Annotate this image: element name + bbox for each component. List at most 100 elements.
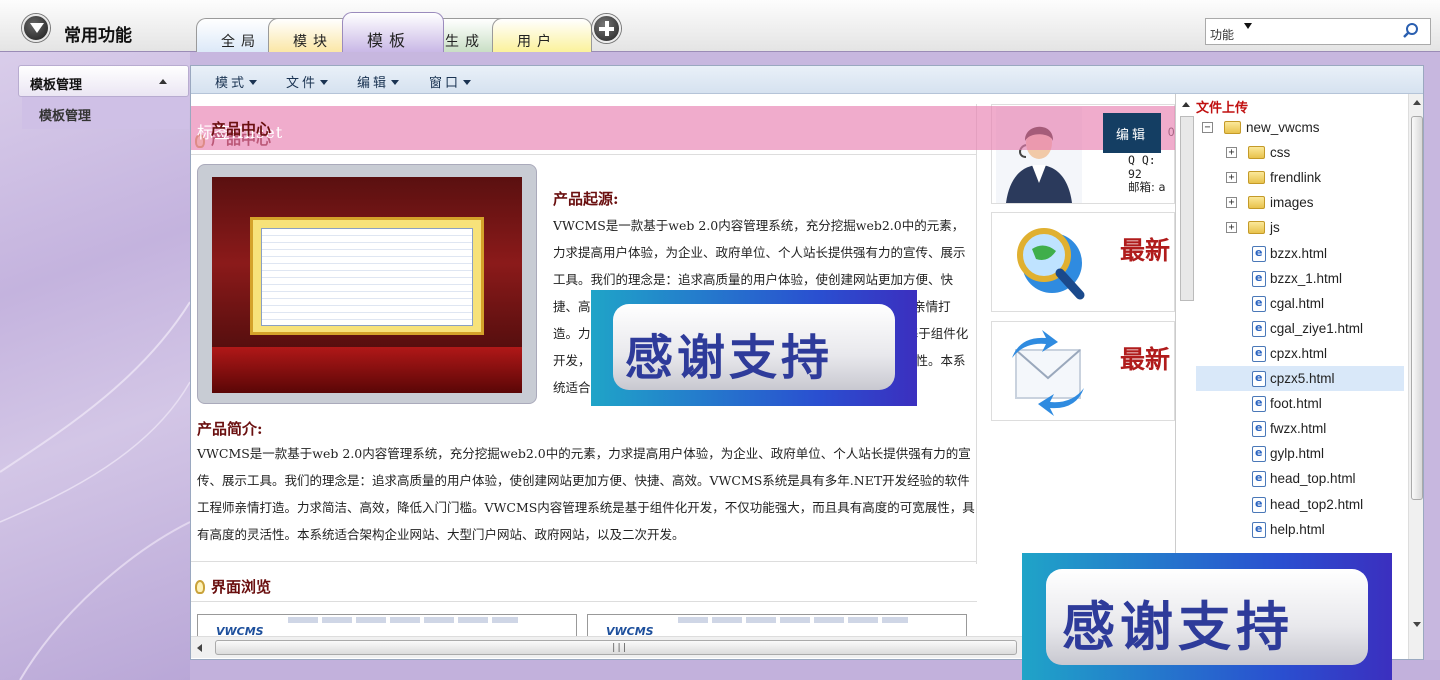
tree-item-label: cpzx5.html	[1270, 371, 1335, 386]
vertical-scrollbar[interactable]	[1408, 94, 1423, 659]
scrollbar-thumb[interactable]	[1411, 116, 1423, 500]
tree-item[interactable]: head_top2.html	[1196, 492, 1404, 517]
scroll-down-icon[interactable]	[1413, 622, 1421, 627]
tree-item-label: images	[1270, 195, 1314, 211]
tree-item[interactable]: + images	[1196, 190, 1404, 215]
tree-item[interactable]: help.html	[1196, 517, 1404, 542]
tree-item-label: cgal.html	[1270, 295, 1325, 311]
tree-item[interactable]: + js	[1196, 215, 1404, 240]
tree-item-label: help.html	[1270, 521, 1325, 537]
tree-item[interactable]: gylp.html	[1196, 441, 1404, 466]
tree-item[interactable]: fwzx.html	[1196, 416, 1404, 441]
html-file-icon	[1252, 496, 1266, 513]
sidebar-background-swirl	[0, 301, 190, 680]
tree-item[interactable]: bzzx.html	[1196, 241, 1404, 266]
left-sidebar: 模板管理 模板管理	[0, 52, 190, 680]
tree-item[interactable]: cgal_ziye1.html	[1196, 316, 1404, 341]
edit-button[interactable]: 编辑	[1103, 113, 1161, 153]
thanks-text: 感谢支持	[625, 330, 834, 386]
top-bar: 常用功能 全局 模块 模板 生成 用户 功能	[0, 0, 1440, 52]
html-file-icon	[1252, 521, 1266, 538]
menu-edit[interactable]: 编辑	[357, 72, 400, 91]
tree-item[interactable]: cpzx5.html	[1196, 366, 1404, 391]
email-contact: 邮箱: a	[1128, 180, 1166, 194]
file-upload-title[interactable]: 文件上传	[1196, 97, 1248, 116]
divider	[191, 154, 977, 155]
menu-file[interactable]: 文件	[286, 72, 329, 91]
menu-bar: 模式 文件 编辑 窗口	[191, 66, 1423, 94]
tree-item[interactable]: cgal.html	[1196, 291, 1404, 316]
sidebar-header-label: 模板管理	[30, 78, 83, 93]
expand-icon[interactable]: +	[1226, 172, 1237, 184]
html-file-icon	[1252, 371, 1266, 387]
tree-item[interactable]: head_top.html	[1196, 466, 1404, 491]
dropdown-arrow-icon[interactable]	[1244, 23, 1252, 29]
scroll-up-icon[interactable]	[1413, 100, 1421, 105]
menu-window[interactable]: 窗口	[429, 72, 472, 91]
tab-strip: 全局 模块 模板 生成 用户	[196, 12, 606, 52]
tree-item-label: foot.html	[1270, 396, 1322, 412]
sidebar-header[interactable]: 模板管理	[18, 65, 189, 97]
function-search-box[interactable]: 功能	[1205, 18, 1431, 45]
app-title: 常用功能	[64, 26, 132, 46]
function-search-text: 功能	[1210, 28, 1235, 42]
news-card[interactable]: 最新	[991, 321, 1175, 421]
news-card[interactable]: 最新	[991, 212, 1175, 312]
tree-item[interactable]: cpzx.html	[1196, 341, 1404, 366]
tree-item-label: cpzx.html	[1270, 345, 1328, 361]
thanks-watermark: 感谢支持	[591, 290, 917, 406]
folder-icon	[1248, 196, 1265, 210]
scrollbar-grip: |||	[611, 643, 628, 653]
inset-tag-band[interactable]: 标签:Inset 编辑	[191, 106, 1175, 153]
collapse-down-icon[interactable]	[22, 14, 50, 42]
qq-contact: Q Q: 92	[1128, 153, 1156, 181]
expand-icon[interactable]: +	[1226, 147, 1237, 159]
product-intro-title: 产品简介:	[197, 420, 263, 438]
product-stage-image	[197, 164, 537, 404]
html-file-icon	[1252, 396, 1266, 413]
folder-icon	[1248, 146, 1265, 160]
magnifier-globe-icon	[1017, 228, 1085, 300]
tree-item-label: fwzx.html	[1270, 421, 1327, 437]
scrollbar-thumb[interactable]: |||	[215, 640, 1017, 655]
tab-template[interactable]: 模板	[342, 12, 444, 52]
thanks-text: 感谢支持	[1062, 597, 1294, 658]
tree-item[interactable]: + css	[1196, 140, 1404, 165]
scroll-left-icon[interactable]	[197, 644, 202, 652]
tree-item-label: head_top2.html	[1270, 496, 1364, 512]
folder-icon	[1248, 171, 1265, 185]
tree-item-label: bzzx.html	[1270, 245, 1328, 261]
sidebar-item-template-management[interactable]: 模板管理	[22, 97, 189, 129]
product-center-title-overlay: 产品中心	[211, 120, 272, 138]
chevron-down-icon	[391, 80, 400, 85]
tree-item[interactable]: bzzx_1.html	[1196, 266, 1404, 291]
chevron-down-icon	[320, 80, 329, 85]
expand-icon[interactable]: +	[1226, 222, 1237, 234]
collapse-icon[interactable]: −	[1202, 122, 1213, 133]
expand-icon[interactable]: +	[1226, 197, 1237, 209]
sidebar-item-label: 模板管理	[39, 109, 92, 124]
tree-item-label: gylp.html	[1270, 446, 1325, 462]
tree-item-label: frendlink	[1270, 170, 1322, 186]
tree-item[interactable]: foot.html	[1196, 391, 1404, 416]
tree-item-label: bzzx_1.html	[1270, 270, 1343, 286]
collapse-up-icon[interactable]	[1182, 102, 1190, 107]
tab-user[interactable]: 用户	[492, 18, 592, 52]
tree-item-label: css	[1270, 145, 1291, 161]
html-file-icon	[1252, 421, 1266, 438]
search-icon[interactable]	[1402, 22, 1420, 40]
html-file-icon	[1252, 320, 1266, 337]
thanks-watermark: 感谢支持	[1022, 553, 1392, 680]
html-file-icon	[1252, 245, 1266, 262]
folder-icon	[1248, 221, 1265, 235]
tree-item-label: new_vwcms	[1246, 120, 1320, 135]
html-file-icon	[1252, 270, 1266, 287]
collapse-up-icon[interactable]	[159, 79, 167, 84]
menu-mode[interactable]: 模式	[215, 72, 258, 91]
add-tab-icon[interactable]	[592, 14, 621, 43]
inner-scrollbar[interactable]	[1180, 116, 1194, 301]
product-intro-text: VWCMS是一款基于web 2.0内容管理系统，充分挖掘web2.0中的元素，力…	[197, 446, 975, 542]
tree-item-label: cgal_ziye1.html	[1270, 320, 1364, 336]
tree-item[interactable]: + frendlink	[1196, 165, 1404, 190]
tree-item[interactable]: − new_vwcms	[1196, 115, 1404, 140]
